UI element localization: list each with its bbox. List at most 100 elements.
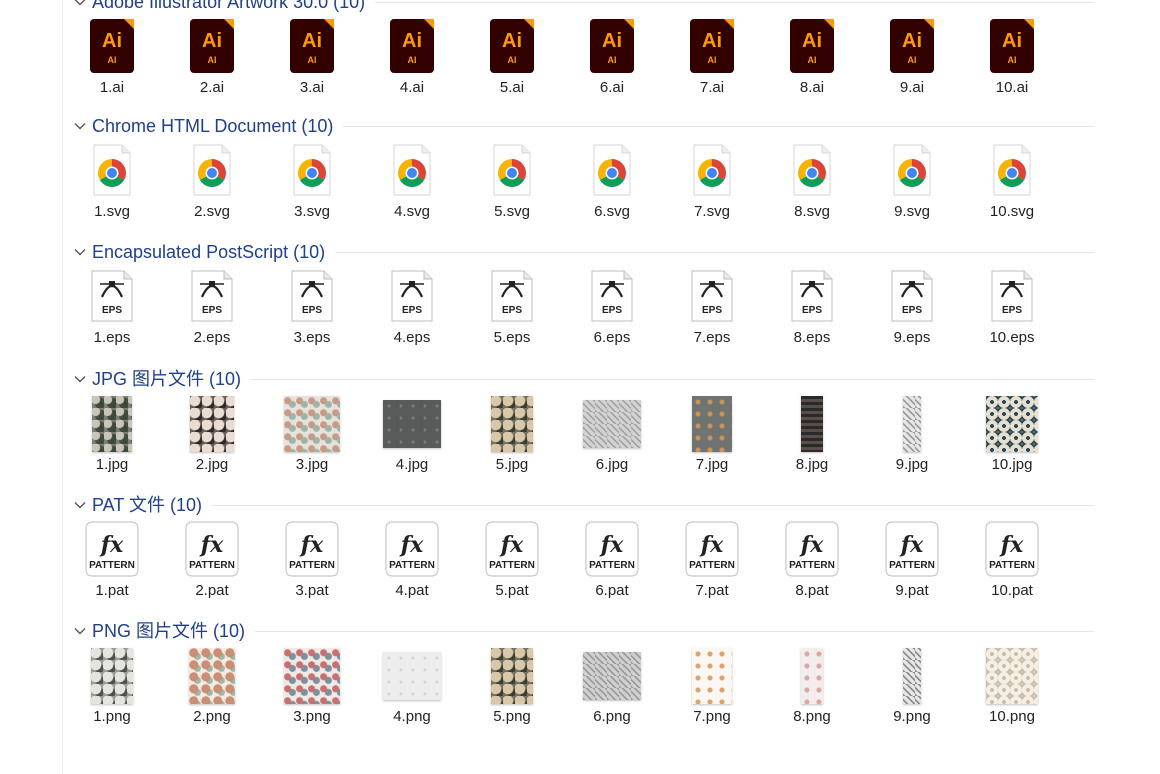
file-name: 7.jpg: [695, 456, 729, 473]
file-item[interactable]: 9.jpg: [870, 390, 954, 480]
file-item[interactable]: EPS 6.eps: [570, 263, 654, 353]
file-item[interactable]: Ai AI 4.ai: [370, 13, 454, 103]
file-item[interactable]: Ai AI 3.ai: [270, 13, 354, 103]
group-header[interactable]: PNG 图片文件 (10): [62, 620, 1102, 642]
ai-badge-small: AI: [908, 55, 917, 65]
file-item[interactable]: EPS 3.eps: [270, 263, 354, 353]
eps-file-icon: EPS: [988, 267, 1036, 325]
file-item[interactable]: 9.svg: [870, 137, 954, 227]
file-item[interactable]: fx PATTERN 7.pat: [670, 516, 754, 606]
file-item[interactable]: 3.svg: [270, 137, 354, 227]
file-name: 6.svg: [594, 203, 630, 220]
eps-badge-text: EPS: [1002, 305, 1022, 316]
file-item[interactable]: 10.png: [970, 642, 1054, 732]
chevron-down-icon[interactable]: [73, 119, 87, 133]
ai-badge-small: AI: [1008, 55, 1017, 65]
file-item[interactable]: 1.svg: [70, 137, 154, 227]
eps-file-icon: EPS: [488, 267, 536, 325]
file-item[interactable]: Ai AI 7.ai: [670, 13, 754, 103]
file-item[interactable]: 9.png: [870, 642, 954, 732]
file-item[interactable]: Ai AI 8.ai: [770, 13, 854, 103]
file-item[interactable]: EPS 7.eps: [670, 263, 754, 353]
image-thumbnail-icon: [470, 642, 554, 706]
group-header[interactable]: Encapsulated PostScript (10): [62, 241, 1102, 263]
file-item[interactable]: 1.png: [70, 642, 154, 732]
file-item[interactable]: fx PATTERN 3.pat: [270, 516, 354, 606]
file-item[interactable]: 3.jpg: [270, 390, 354, 480]
file-item[interactable]: 5.jpg: [470, 390, 554, 480]
pattern-file-icon: fx PATTERN: [884, 520, 940, 578]
file-item[interactable]: 2.png: [170, 642, 254, 732]
chevron-down-icon[interactable]: [73, 0, 87, 9]
chevron-down-icon[interactable]: [73, 624, 87, 638]
file-item[interactable]: 4.jpg: [370, 390, 454, 480]
group-header[interactable]: PAT 文件 (10): [62, 494, 1102, 516]
file-item[interactable]: fx PATTERN 4.pat: [370, 516, 454, 606]
file-item[interactable]: Ai AI 1.ai: [70, 13, 154, 103]
file-item[interactable]: 8.png: [770, 642, 854, 732]
file-item[interactable]: fx PATTERN 1.pat: [70, 516, 154, 606]
file-name: 8.jpg: [795, 456, 829, 473]
illustrator-file-icon: Ai AI: [188, 17, 236, 75]
file-item[interactable]: 6.jpg: [570, 390, 654, 480]
file-name: 1.png: [93, 708, 131, 725]
file-item[interactable]: EPS 4.eps: [370, 263, 454, 353]
file-item[interactable]: 8.svg: [770, 137, 854, 227]
group-header[interactable]: JPG 图片文件 (10): [62, 368, 1102, 390]
image-thumbnail-icon: [870, 642, 954, 706]
file-item[interactable]: 10.jpg: [970, 390, 1054, 480]
file-item[interactable]: 6.png: [570, 642, 654, 732]
file-item[interactable]: 8.jpg: [770, 390, 854, 480]
file-item[interactable]: EPS 2.eps: [170, 263, 254, 353]
file-item[interactable]: 1.jpg: [70, 390, 154, 480]
pattern-fx-text: fx: [299, 532, 324, 558]
pattern-fx-text: fx: [699, 532, 724, 558]
file-item[interactable]: 3.png: [270, 642, 354, 732]
file-item[interactable]: 7.png: [670, 642, 754, 732]
file-item[interactable]: 7.svg: [670, 137, 754, 227]
chevron-down-icon[interactable]: [73, 498, 87, 512]
file-item[interactable]: fx PATTERN 8.pat: [770, 516, 854, 606]
chevron-down-icon[interactable]: [73, 372, 87, 386]
eps-file-icon: EPS: [288, 267, 336, 325]
file-name: 5.ai: [499, 79, 525, 96]
file-item[interactable]: 2.svg: [170, 137, 254, 227]
file-item[interactable]: 10.svg: [970, 137, 1054, 227]
file-item[interactable]: 7.jpg: [670, 390, 754, 480]
file-item[interactable]: 5.png: [470, 642, 554, 732]
file-item[interactable]: Ai AI 9.ai: [870, 13, 954, 103]
group-header[interactable]: Chrome HTML Document (10): [62, 115, 1102, 137]
file-item[interactable]: fx PATTERN 2.pat: [170, 516, 254, 606]
file-item[interactable]: 6.svg: [570, 137, 654, 227]
chevron-down-icon[interactable]: [73, 245, 87, 259]
file-item[interactable]: EPS 8.eps: [770, 263, 854, 353]
file-item[interactable]: fx PATTERN 6.pat: [570, 516, 654, 606]
chrome-file-icon: [688, 141, 736, 199]
file-item[interactable]: Ai AI 2.ai: [170, 13, 254, 103]
file-item[interactable]: Ai AI 10.ai: [970, 13, 1054, 103]
file-item[interactable]: 4.png: [370, 642, 454, 732]
pattern-fx-text: fx: [599, 532, 624, 558]
pattern-file-icon: fx PATTERN: [684, 520, 740, 578]
file-item[interactable]: Ai AI 5.ai: [470, 13, 554, 103]
file-name: 5.svg: [494, 203, 530, 220]
image-thumbnail-icon: [670, 642, 754, 706]
pattern-label-text: PATTERN: [889, 560, 935, 571]
file-item[interactable]: EPS 5.eps: [470, 263, 554, 353]
pattern-file-icon: fx PATTERN: [184, 520, 240, 578]
file-name: 4.ai: [399, 79, 425, 96]
ai-badge-text: Ai: [702, 30, 722, 52]
file-item[interactable]: fx PATTERN 9.pat: [870, 516, 954, 606]
file-item[interactable]: 2.jpg: [170, 390, 254, 480]
file-item[interactable]: EPS 10.eps: [970, 263, 1054, 353]
file-item[interactable]: EPS 1.eps: [70, 263, 154, 353]
file-item[interactable]: Ai AI 6.ai: [570, 13, 654, 103]
file-item[interactable]: 5.svg: [470, 137, 554, 227]
chrome-file-icon: [88, 141, 136, 199]
file-item[interactable]: fx PATTERN 10.pat: [970, 516, 1054, 606]
file-item[interactable]: fx PATTERN 5.pat: [470, 516, 554, 606]
file-item[interactable]: 4.svg: [370, 137, 454, 227]
file-name: 1.pat: [95, 582, 129, 599]
group-header[interactable]: Adobe Illustrator Artwork 30.0 (10): [62, 0, 1102, 13]
file-item[interactable]: EPS 9.eps: [870, 263, 954, 353]
